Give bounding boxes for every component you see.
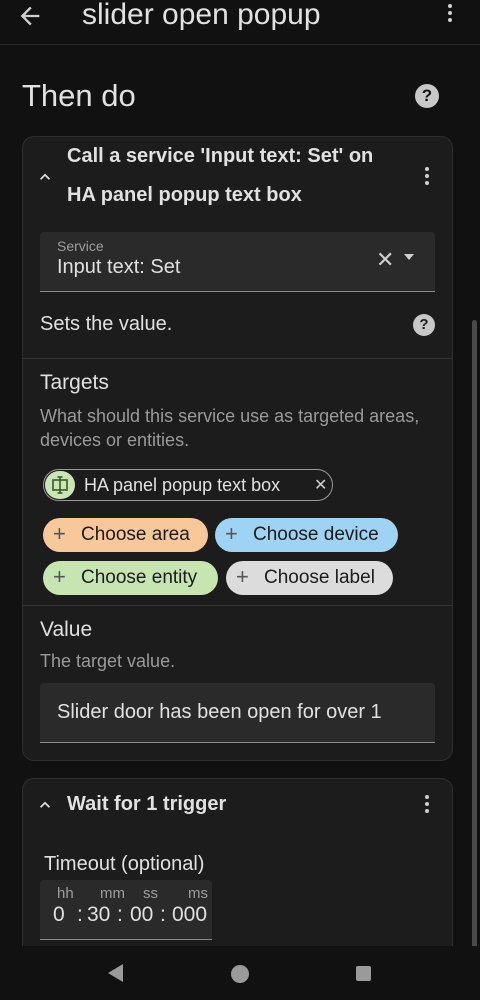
choose-area-label: Choose area (81, 524, 190, 545)
close-icon[interactable]: ✕ (314, 475, 327, 495)
page-title: slider open popup (82, 0, 321, 31)
chevron-up-icon[interactable] (35, 795, 55, 815)
value-input-field[interactable] (40, 683, 435, 743)
service-value: Input text: Set (57, 256, 181, 278)
value-input[interactable] (40, 683, 435, 742)
choose-device-label: Choose device (253, 524, 379, 545)
plus-icon: + (53, 564, 66, 589)
scrollbar[interactable] (472, 320, 477, 960)
milliseconds-value[interactable]: 000 (172, 903, 207, 927)
nav-recents-icon[interactable] (356, 966, 371, 981)
seconds-value[interactable]: 00 (130, 903, 153, 927)
wait-trigger-title[interactable]: Wait for 1 trigger (67, 785, 226, 824)
timeout-label: Timeout (optional) (44, 853, 205, 875)
hours-unit: hh (57, 885, 74, 902)
hours-value[interactable]: 0 (53, 903, 65, 927)
target-entity-chip[interactable]: HA panel popup text box ✕ (43, 469, 333, 501)
divider (23, 605, 452, 606)
minutes-value[interactable]: 30 (87, 903, 110, 927)
plus-icon: + (236, 564, 249, 589)
close-icon[interactable]: ✕ (376, 247, 394, 273)
milliseconds-unit: ms (188, 885, 208, 902)
service-description: Sets the value. (40, 313, 173, 335)
chevron-up-icon[interactable] (35, 167, 55, 187)
divider (23, 358, 452, 359)
plus-icon: + (53, 521, 66, 546)
targets-description: What should this service use as targeted… (40, 406, 420, 450)
plus-icon: + (225, 521, 238, 546)
help-circle-icon[interactable]: ? (413, 314, 435, 336)
dots-vertical-icon[interactable] (440, 4, 460, 28)
value-description: The target value. (40, 651, 176, 671)
choose-entity-button[interactable]: + Choose entity (43, 561, 218, 595)
choose-label-label: Choose label (264, 567, 375, 588)
section-title: Then do (22, 78, 136, 113)
nav-home-icon[interactable] (231, 965, 249, 983)
time-separator: : (117, 903, 123, 926)
dots-vertical-icon[interactable] (417, 795, 437, 819)
dots-vertical-icon[interactable] (417, 167, 437, 191)
choose-entity-label: Choose entity (81, 567, 198, 588)
nav-back-icon[interactable] (108, 964, 123, 982)
minutes-unit: mm (100, 885, 125, 902)
value-title: Value (40, 618, 93, 641)
timeout-duration-input[interactable]: hh mm ss ms 0 : 30 : 00 : 000 (40, 880, 212, 940)
app-bar-divider (0, 44, 480, 45)
system-nav-bar (0, 946, 480, 1000)
choose-device-button[interactable]: + Choose device (215, 518, 398, 552)
service-action-card: Call a service 'Input text: Set' on HA p… (22, 136, 453, 761)
help-circle-icon[interactable]: ? (415, 84, 439, 108)
top-app-bar: slider open popup (0, 0, 480, 44)
input-text-icon (45, 471, 75, 499)
action-title-line1[interactable]: Call a service 'Input text: Set' on (67, 137, 373, 176)
time-separator: : (77, 903, 83, 926)
service-label: Service (57, 238, 104, 254)
seconds-unit: ss (143, 885, 158, 902)
service-select[interactable]: Service Input text: Set ✕ (40, 232, 435, 292)
action-title-line2[interactable]: HA panel popup text box (67, 176, 302, 215)
arrow-left-icon[interactable] (16, 2, 44, 30)
time-separator: : (160, 903, 166, 926)
menu-down-icon[interactable] (404, 254, 414, 260)
targets-title: Targets (40, 371, 109, 394)
choose-label-button[interactable]: + Choose label (226, 561, 393, 595)
target-entity-label: HA panel popup text box (84, 475, 281, 495)
choose-area-button[interactable]: + Choose area (43, 518, 208, 552)
